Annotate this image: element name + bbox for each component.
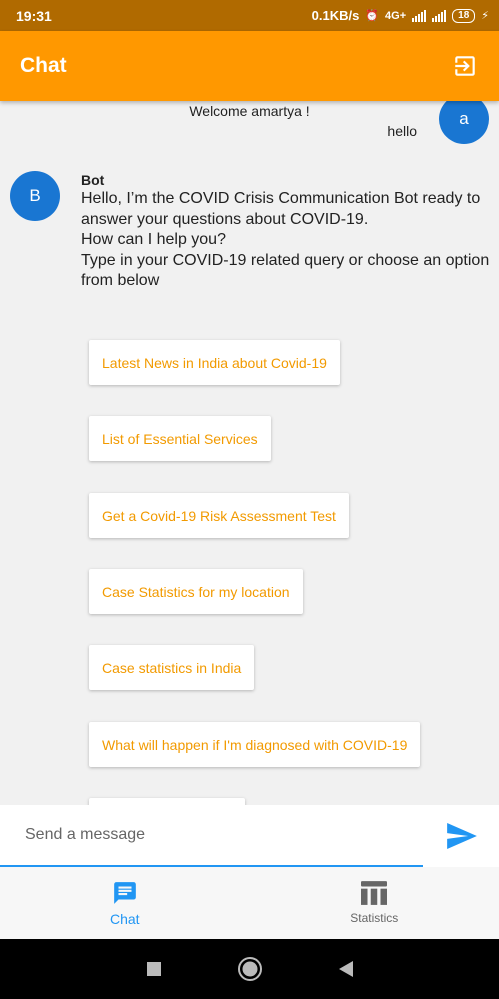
option-essential-services-button[interactable]: List of Essential Services — [89, 416, 271, 461]
send-button[interactable] — [447, 823, 477, 849]
recents-button[interactable] — [146, 961, 162, 977]
user-message: hello — [387, 123, 417, 139]
back-triangle-icon — [338, 961, 353, 977]
alarm-icon: ⏰ — [365, 10, 380, 22]
app-bar: Chat — [0, 31, 499, 101]
option-location-statistics-button[interactable]: Case Statistics for my location — [89, 569, 303, 614]
nav-chat-label: Chat — [109, 910, 140, 927]
nav-statistics-label: Statistics — [350, 911, 399, 925]
send-icon — [447, 823, 477, 849]
bot-name: Bot — [81, 172, 105, 188]
welcome-text: Welcome amartya ! — [189, 103, 310, 119]
home-button[interactable] — [237, 956, 263, 982]
user-avatar: a — [439, 101, 489, 144]
system-navigation-bar — [0, 939, 499, 999]
status-bar: 19:31 0.1KB/s ⏰ 4G+ 18 ⚡ — [0, 0, 499, 31]
option-risk-assessment-button[interactable]: Get a Covid-19 Risk Assessment Test — [89, 493, 349, 538]
logout-icon — [455, 56, 475, 76]
signal-icon — [412, 9, 427, 22]
option-diagnosed-button[interactable]: What will happen if I'm diagnosed with C… — [89, 722, 421, 767]
chat-area[interactable]: Welcome amartya ! hello a B Bot Hello, I… — [0, 101, 499, 805]
status-indicators: 0.1KB/s ⏰ 4G+ 18 ⚡ — [312, 8, 489, 23]
net-speed: 0.1KB/s — [311, 8, 360, 23]
option-partial-button[interactable] — [89, 798, 245, 805]
sim1-label: 4G+ — [385, 9, 407, 22]
option-india-statistics-button[interactable]: Case statistics in India — [89, 645, 255, 690]
back-button[interactable] — [338, 960, 354, 978]
bot-avatar: B — [10, 171, 60, 221]
nav-statistics[interactable]: Statistics — [250, 867, 499, 939]
chat-icon — [113, 881, 136, 904]
nav-chat[interactable]: Chat — [0, 867, 250, 939]
message-composer — [0, 805, 499, 867]
option-latest-news-button[interactable]: Latest News in India about Covid-19 — [89, 340, 340, 385]
message-input[interactable] — [0, 805, 423, 867]
charging-icon: ⚡ — [481, 10, 489, 22]
statistics-icon — [361, 881, 388, 905]
signal-icon — [432, 9, 447, 22]
bot-message: Hello, I’m the COVID Crisis Communicatio… — [81, 190, 490, 289]
battery-icon: 18 — [452, 8, 476, 23]
home-circle-icon — [237, 957, 262, 981]
page-title: Chat — [20, 54, 67, 77]
bottom-navigation: Chat Statistics — [0, 867, 499, 939]
square-icon — [146, 962, 161, 976]
logout-button[interactable] — [449, 50, 481, 82]
status-time: 19:31 — [16, 7, 52, 24]
